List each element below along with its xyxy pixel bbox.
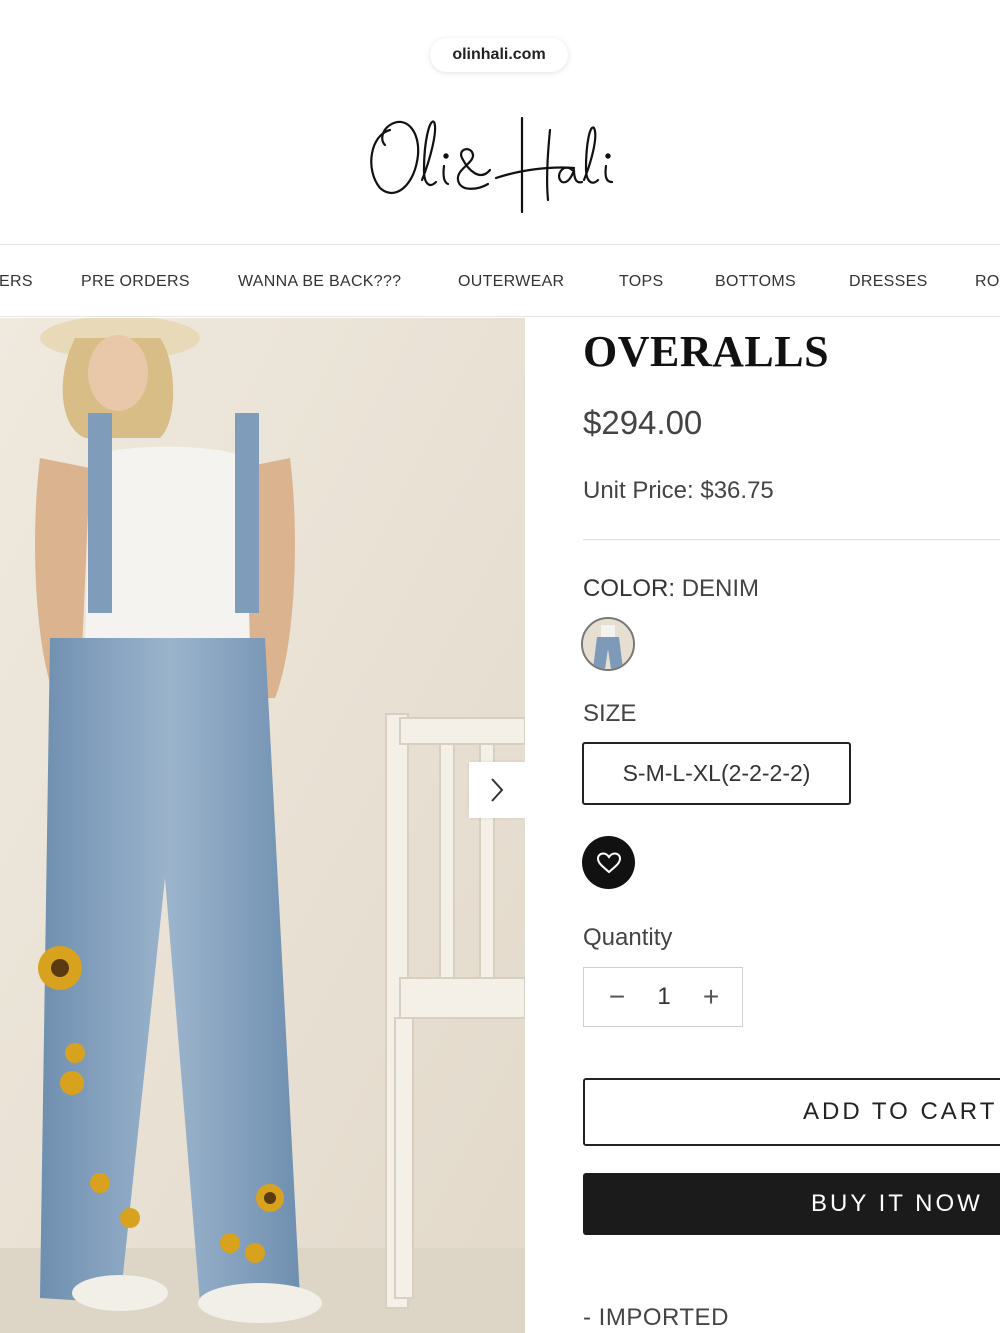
- product-price: $294.00: [583, 404, 703, 441]
- wishlist-button[interactable]: [582, 836, 635, 889]
- nav-item-bottoms[interactable]: BOTTOMS: [715, 245, 796, 316]
- product-details-imported: - IMPORTED: [583, 1304, 729, 1331]
- unit-price: Unit Price: $36.75: [583, 477, 774, 504]
- nav-item-customers[interactable]: ERS: [0, 245, 33, 316]
- quantity-stepper: − 1 +: [583, 967, 743, 1027]
- color-key: COLOR:: [583, 575, 676, 602]
- color-swatch-denim[interactable]: [581, 617, 635, 671]
- brand-logo[interactable]: [360, 100, 630, 220]
- nav-item-rompers[interactable]: RO: [975, 245, 1000, 316]
- quantity-label: Quantity: [583, 924, 673, 951]
- size-option[interactable]: S-M-L-XL(2-2-2-2): [582, 742, 851, 805]
- divider: [583, 539, 1000, 540]
- product-title: OVERALLS: [583, 327, 830, 376]
- nav-item-tops[interactable]: TOPS: [619, 245, 663, 316]
- heart-icon: [596, 851, 621, 873]
- quantity-input[interactable]: 1: [639, 968, 689, 1026]
- product-image[interactable]: [0, 318, 525, 1333]
- main-nav: ERS PRE ORDERS WANNA BE BACK??? OUTERWEA…: [0, 244, 1000, 317]
- size-label: SIZE: [583, 700, 637, 727]
- quantity-increase-button[interactable]: +: [686, 968, 736, 1026]
- nav-item-pre-orders[interactable]: PRE ORDERS: [81, 245, 190, 316]
- nav-item-outerwear[interactable]: OUTERWEAR: [458, 245, 564, 316]
- quantity-decrease-button[interactable]: −: [592, 968, 642, 1026]
- color-value: DENIM: [681, 575, 760, 602]
- url-text: olinhali.com: [452, 46, 546, 63]
- nav-item-dresses[interactable]: DRESSES: [849, 245, 928, 316]
- logo-script-mark: [370, 116, 614, 214]
- swatch-thumbnail: [583, 619, 633, 669]
- buy-it-now-button[interactable]: BUY IT NOW: [583, 1173, 1000, 1235]
- color-label: COLOR: DENIM: [583, 575, 759, 603]
- product-photo: [0, 318, 525, 1333]
- next-image-button[interactable]: [469, 762, 525, 818]
- add-to-cart-button[interactable]: ADD TO CART: [583, 1078, 1000, 1146]
- nav-item-wanna-be-back[interactable]: WANNA BE BACK???: [238, 245, 401, 316]
- url-bar[interactable]: olinhali.com: [430, 38, 568, 72]
- chevron-right-icon: [491, 778, 504, 802]
